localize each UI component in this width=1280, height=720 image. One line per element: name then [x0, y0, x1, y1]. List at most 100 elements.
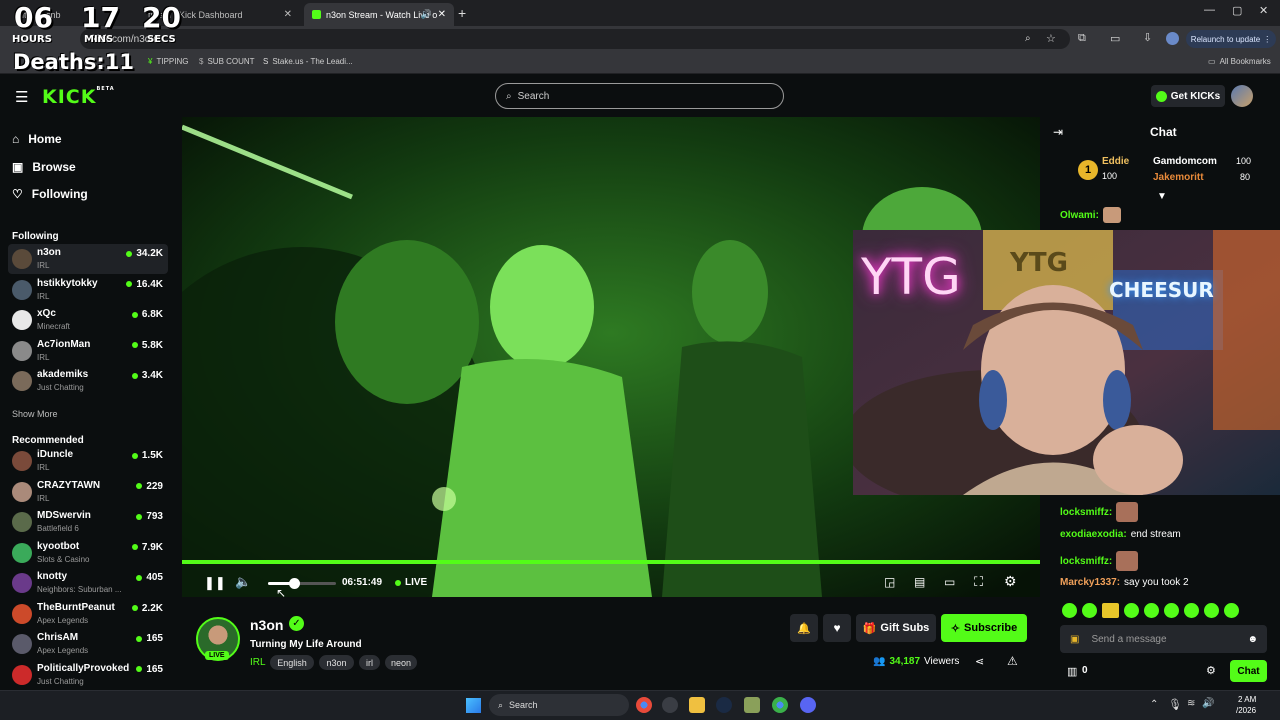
stream-category[interactable]: IRL [250, 657, 266, 668]
emote-icon[interactable] [1164, 603, 1179, 618]
chat-username[interactable]: locksmiffz: [1060, 556, 1112, 567]
discord-icon[interactable] [800, 697, 816, 713]
bookmark-stake[interactable]: S Stake.us - The Leadi... [263, 57, 353, 66]
speaker-icon[interactable]: 🔊 [421, 9, 432, 20]
zoom-icon[interactable]: ⌕ [1025, 33, 1031, 44]
file-explorer-icon[interactable] [689, 697, 705, 713]
settings-gear-icon[interactable]: ⚙ [1004, 573, 1017, 590]
bookmark-tipping[interactable]: ¥ TIPPING [148, 57, 188, 66]
tag-n3on[interactable]: n3on [319, 655, 354, 670]
send-chat-button[interactable]: Chat [1230, 660, 1267, 682]
sidebar-channel-knotty[interactable]: knotty Neighbors: Suburban ... 405 [8, 568, 168, 598]
extensions-icon[interactable]: ⧉ [1078, 32, 1086, 45]
chat-username[interactable]: Olwami: [1060, 210, 1099, 221]
sidebar-channel-hstikkytokky[interactable]: hstikkytokky IRL 16.4K [8, 275, 168, 305]
tag-irl[interactable]: irl [359, 655, 380, 670]
minimize-icon[interactable]: — [1204, 4, 1215, 16]
kicks-icon[interactable]: ▥ [1067, 665, 1077, 678]
profile-avatar[interactable] [1166, 32, 1179, 45]
sidepanel-icon[interactable]: ▭ [1110, 32, 1120, 45]
mic-icon[interactable]: 🎙 [1168, 698, 1182, 711]
taskbar-search[interactable]: ⌕ Search [489, 694, 629, 716]
steam-icon[interactable] [716, 697, 732, 713]
notifications-button[interactable]: 🔔 [790, 614, 818, 642]
chrome-icon[interactable] [636, 697, 652, 713]
chat-username[interactable]: locksmiffz: [1060, 507, 1112, 518]
clip-icon[interactable]: ▤ [914, 575, 925, 589]
share-icon[interactable]: ⋖ [975, 655, 984, 668]
emote-icon[interactable] [1204, 603, 1219, 618]
chat-username[interactable]: exodiaexodia: [1060, 529, 1127, 540]
gift-icon[interactable]: ▣ [1070, 634, 1079, 645]
pause-icon[interactable]: ❚❚ [204, 575, 226, 591]
collapse-chat-icon[interactable]: ⇥ [1053, 125, 1063, 139]
clock-time[interactable]: 2 AM [1238, 695, 1256, 704]
kick-logo[interactable]: KICKBETA [42, 86, 115, 108]
emote-icon[interactable] [1062, 603, 1077, 618]
chrome-icon[interactable] [772, 697, 788, 713]
leader-name[interactable]: Gamdomcom [1153, 156, 1217, 167]
downloads-icon[interactable]: ⇩ [1143, 31, 1152, 44]
fullscreen-icon[interactable]: ⛶ [974, 574, 983, 590]
sidebar-channel-politicallyprovoked[interactable]: PoliticallyProvoked Just Chatting 165 [8, 660, 168, 690]
tag-english[interactable]: English [270, 655, 314, 670]
emote-icon[interactable] [1184, 603, 1199, 618]
nav-browse[interactable]: ▣ Browse [12, 160, 76, 174]
theater-mode-icon[interactable]: ▭ [944, 575, 955, 589]
emote-icon[interactable] [1102, 603, 1119, 618]
sidebar-channel-xqc[interactable]: xQc Minecraft 6.8K [8, 305, 168, 335]
nav-home[interactable]: ⌂ Home [12, 132, 62, 146]
relaunch-button[interactable]: Relaunch to update ⋮ [1186, 30, 1276, 48]
url-field[interactable] [80, 29, 1070, 49]
sidebar-channel-crazytawn[interactable]: CRAZYTAWN IRL 229 [8, 477, 168, 507]
volume-slider[interactable] [268, 578, 336, 589]
sidebar-channel-theburntpeanut[interactable]: TheBurntPeanut Apex Legends 2.2K [8, 599, 168, 629]
report-icon[interactable]: ⚠ [1007, 654, 1018, 668]
subscribe-button[interactable]: ✧ Subscribe [941, 614, 1027, 642]
gift-subs-button[interactable]: 🎁 Gift Subs [856, 614, 936, 642]
new-tab-icon[interactable]: + [458, 5, 466, 21]
sidebar-channel-akademiks[interactable]: akademiks Just Chatting 3.4K [8, 366, 168, 396]
search-input[interactable]: ⌕ Search [495, 83, 784, 109]
star-icon[interactable]: ☆ [1046, 32, 1056, 45]
nav-following[interactable]: ♡ Following [12, 187, 88, 201]
volume-knob[interactable] [288, 578, 300, 589]
follow-button[interactable]: ♥ [823, 614, 851, 642]
chat-settings-icon[interactable]: ⚙ [1206, 664, 1216, 677]
tag-neon[interactable]: neon [385, 655, 417, 670]
show-more-link[interactable]: Show More [12, 409, 58, 419]
volume-icon[interactable]: 🔈 [235, 574, 251, 590]
sidebar-channel-kyootbot[interactable]: kyootbot Slots & Casino 7.9K [8, 538, 168, 568]
get-kicks-button[interactable]: Get KICKs [1151, 85, 1225, 107]
bookmark-sub-count[interactable]: $ SUB COUNT [199, 57, 255, 66]
app-icon[interactable] [744, 697, 760, 713]
windows-start-icon[interactable] [466, 698, 481, 713]
browser-tab-active[interactable]: n3on Stream - Watch Live o 🔊 ✕ [304, 3, 454, 26]
leader-name[interactable]: Eddie [1102, 156, 1129, 167]
chat-username[interactable]: Marcky1337: [1060, 577, 1120, 588]
tray-chevron-icon[interactable]: ⌃ [1150, 699, 1158, 710]
window-close-icon[interactable]: ✕ [1259, 4, 1268, 17]
maximize-icon[interactable]: ▢ [1232, 4, 1242, 17]
sidebar-channel-ac7ionman[interactable]: Ac7ionMan IRL 5.8K [8, 336, 168, 366]
channel-name[interactable]: n3on [250, 617, 283, 633]
close-icon[interactable]: ✕ [438, 9, 446, 20]
sidebar-channel-iduncle[interactable]: iDuncle IRL 1.5K [8, 446, 168, 476]
sidebar-channel-mdswervin[interactable]: MDSwervin Battlefield 6 793 [8, 507, 168, 537]
hamburger-menu-icon[interactable]: ☰ [15, 88, 28, 106]
chat-input[interactable]: ▣ Send a message ☻ [1060, 625, 1267, 653]
clock-date[interactable]: /2026 [1236, 706, 1256, 715]
emote-icon[interactable] [1082, 603, 1097, 618]
wifi-icon[interactable]: ≋ [1187, 698, 1195, 709]
volume-tray-icon[interactable]: 🔊 [1202, 698, 1214, 709]
close-icon[interactable]: ✕ [284, 9, 292, 20]
pip-icon[interactable]: ◲ [884, 575, 895, 589]
scroll-down-icon[interactable]: ▼ [1157, 191, 1167, 202]
all-bookmarks[interactable]: ▭ All Bookmarks [1208, 57, 1271, 66]
emote-icon[interactable] [1224, 603, 1239, 618]
emote-icon[interactable] [1124, 603, 1139, 618]
leader-name[interactable]: Jakemoritt [1153, 172, 1204, 183]
app-icon[interactable] [662, 697, 678, 713]
sidebar-channel-n3on[interactable]: n3on IRL 34.2K [8, 244, 168, 274]
emoji-icon[interactable]: ☻ [1247, 634, 1258, 645]
